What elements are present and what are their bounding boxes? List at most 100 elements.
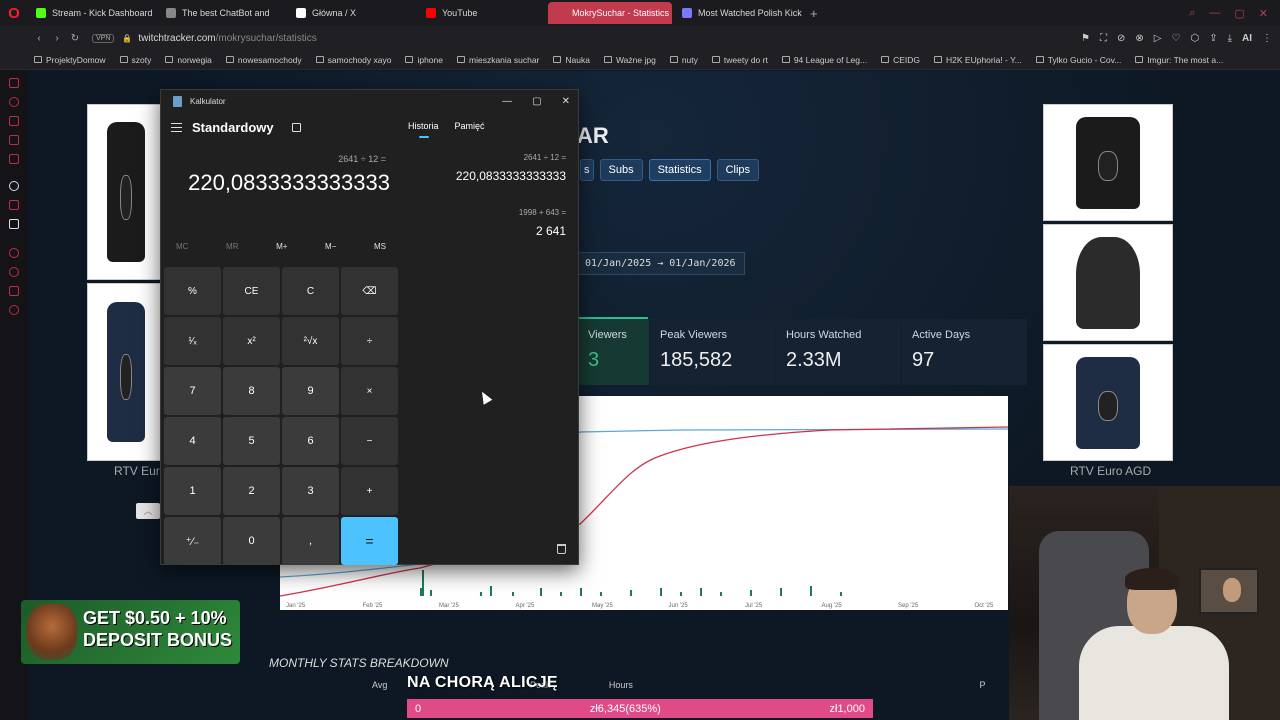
key-add-button[interactable]: +	[341, 467, 398, 515]
key-divide-button[interactable]: ÷	[341, 317, 398, 365]
key-clear-entry-button[interactable]: CE	[223, 267, 280, 315]
clock-icon[interactable]	[9, 267, 19, 277]
date-range-picker[interactable]: 01/Jan/2025 → 01/Jan/2026	[576, 252, 745, 275]
key-five-button[interactable]: 5	[223, 417, 280, 465]
browser-tab[interactable]: YouTube	[418, 2, 546, 24]
key-clear-button[interactable]: C	[282, 267, 339, 315]
key-three-button[interactable]: 3	[282, 467, 339, 515]
extensions-icon[interactable]: ⬡	[1190, 33, 1199, 44]
bookmark-icon[interactable]: ⚑	[1081, 33, 1090, 44]
nav-button-s[interactable]: s	[580, 159, 594, 181]
bookmark-item[interactable]: CEIDG	[881, 55, 920, 65]
nav-button-statistics[interactable]: Statistics	[648, 159, 711, 181]
bookmark-item[interactable]: Ważne jpg	[603, 55, 656, 65]
menu-icon[interactable]: ⋮	[1262, 33, 1272, 44]
ad-kettle-black-left[interactable]	[87, 104, 165, 280]
clear-history-icon[interactable]	[557, 544, 566, 554]
key-percent-button[interactable]: %	[164, 267, 221, 315]
bookmark-item[interactable]: samochody xayo	[315, 55, 391, 65]
key-reciprocal-button[interactable]: ¹⁄ₓ	[164, 317, 221, 365]
memory-button-mc[interactable]: MC	[176, 242, 188, 251]
key-subtract-button[interactable]: −	[341, 417, 398, 465]
memory-button-m-[interactable]: M−	[325, 242, 336, 251]
keep-on-top-icon[interactable]	[291, 123, 301, 132]
key-four-button[interactable]: 4	[164, 417, 221, 465]
history-icon[interactable]	[9, 248, 19, 258]
messenger-icon[interactable]	[9, 135, 19, 145]
back-icon[interactable]: ‹	[30, 33, 48, 44]
browser-tab[interactable]: The best ChatBot and	[158, 2, 286, 24]
key-eight-button[interactable]: 8	[223, 367, 280, 415]
ai-button[interactable]: AI	[1242, 33, 1252, 44]
minimize-icon[interactable]: —	[502, 96, 512, 107]
settings-icon[interactable]	[9, 305, 19, 315]
browser-tab[interactable]: Główna / X	[288, 2, 416, 24]
bookmark-item[interactable]: mieszkania suchar	[457, 55, 539, 65]
key-zero-button[interactable]: 0	[223, 517, 280, 565]
browser-tab[interactable]: Most Watched Polish Kick	[674, 2, 802, 24]
browser-tab[interactable]: Stream - Kick Dashboard	[28, 2, 156, 24]
scroll-up-button[interactable]: ︿	[136, 503, 160, 519]
bookmark-item[interactable]: nuty	[669, 55, 698, 65]
bookmark-item[interactable]: norwegia	[165, 55, 212, 65]
ad-kettle-grey-right[interactable]	[1043, 224, 1173, 341]
browser-tab[interactable]: MokrySuchar - Statistics	[548, 2, 672, 24]
memory-button-mplus[interactable]: M+	[276, 242, 287, 251]
key-one-button[interactable]: 1	[164, 467, 221, 515]
tab-memory[interactable]: Pamięć	[455, 121, 485, 131]
cube-icon[interactable]	[9, 286, 19, 296]
forward-icon[interactable]: ›	[48, 33, 66, 44]
adblock-icon[interactable]: ⊘	[1117, 33, 1125, 44]
key-square-root-button[interactable]: ²√x	[282, 317, 339, 365]
new-tab-button[interactable]: +	[804, 6, 824, 21]
bag-icon[interactable]	[9, 116, 19, 126]
chatgpt-icon[interactable]	[9, 181, 19, 191]
tracker-icon[interactable]: ⊗	[1135, 33, 1143, 44]
key-square-button[interactable]: x²	[223, 317, 280, 365]
music-icon[interactable]	[9, 154, 19, 164]
bookmark-item[interactable]: H2K EUphoria! - Y...	[934, 55, 1022, 65]
ad-caption-left[interactable]: RTV Euro	[114, 464, 166, 478]
maximize-icon[interactable]: ▢	[1234, 7, 1244, 20]
search-icon[interactable]: ⌕	[1189, 7, 1195, 20]
key-seven-button[interactable]: 7	[164, 367, 221, 415]
memory-button-mr[interactable]: MR	[226, 242, 238, 251]
bookmark-item[interactable]: szoty	[119, 55, 151, 65]
minimize-icon[interactable]: —	[1209, 7, 1220, 19]
key-negate-button[interactable]: ⁺⁄₋	[164, 517, 221, 565]
key-two-button[interactable]: 2	[223, 467, 280, 515]
twitch-icon[interactable]	[9, 200, 19, 210]
vpn-badge[interactable]: VPN	[92, 33, 115, 43]
close-icon[interactable]: ✕	[1259, 7, 1268, 20]
x-icon[interactable]	[9, 219, 19, 229]
bookmark-item[interactable]: 94 League of Leg...	[781, 55, 867, 65]
bookmark-item[interactable]: Nauka	[553, 55, 590, 65]
key-equals-button[interactable]: =	[341, 517, 398, 565]
snapshot-icon[interactable]: ⛶	[1100, 33, 1107, 44]
key-decimal-button[interactable]: ,	[282, 517, 339, 565]
key-multiply-button[interactable]: ×	[341, 367, 398, 415]
nav-button-clips[interactable]: Clips	[716, 159, 760, 181]
history-entry[interactable]: 1998 + 643 = 2 641	[519, 208, 566, 238]
share-icon[interactable]: ⇪	[1209, 33, 1217, 44]
lock-icon[interactable]: 🔒	[122, 34, 132, 43]
tab-history[interactable]: Historia	[408, 121, 439, 138]
bookmark-item[interactable]: Imgur: The most a...	[1135, 55, 1223, 65]
casino-bonus-ad[interactable]: GET $0.50 + 10% DEPOSIT BONUS	[21, 600, 240, 664]
ad-kettle-black-right[interactable]	[1043, 104, 1173, 221]
player-icon[interactable]: ▷	[1154, 33, 1162, 44]
ad-kettle-blue-left[interactable]	[87, 283, 165, 461]
key-six-button[interactable]: 6	[282, 417, 339, 465]
memory-button-ms[interactable]: MS	[374, 242, 386, 251]
key-backspace-button[interactable]: ⌫	[341, 267, 398, 315]
hamburger-menu-icon[interactable]	[171, 123, 182, 132]
ad-kettle-blue-right[interactable]	[1043, 344, 1173, 461]
history-entry[interactable]: 2641 ÷ 12 = 220,0833333333333	[456, 153, 566, 183]
nav-button-subs[interactable]: Subs	[599, 159, 643, 181]
bookmark-item[interactable]: Tylko Gucio - Cov...	[1035, 55, 1121, 65]
bookmark-item[interactable]: tweety do rt	[711, 55, 768, 65]
opera-logo-icon[interactable]: O	[0, 0, 28, 26]
reload-icon[interactable]: ↻	[66, 33, 84, 44]
url-field[interactable]: twitchtracker.com/mokrysuchar/statistics	[138, 33, 316, 44]
heart-icon[interactable]: ♡	[1171, 33, 1180, 44]
